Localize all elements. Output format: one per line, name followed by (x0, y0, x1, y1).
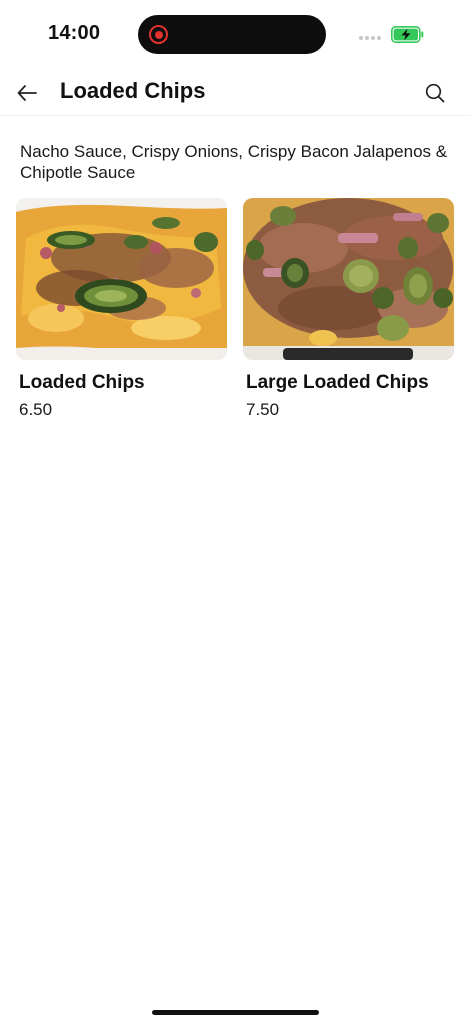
screen-recording-icon (149, 25, 168, 44)
product-card-loaded-chips[interactable]: Loaded Chips 6.50 (16, 198, 227, 420)
product-image[interactable] (243, 198, 454, 360)
product-price: 7.50 (246, 400, 280, 419)
home-indicator[interactable] (152, 1010, 319, 1015)
product-image[interactable] (16, 198, 227, 360)
back-button[interactable] (12, 78, 42, 108)
product-name: Large Loaded Chips (246, 372, 429, 393)
product-price: 6.50 (19, 400, 53, 419)
app-header: Loaded Chips (0, 70, 471, 116)
battery-charging-icon (391, 26, 424, 43)
product-name: Loaded Chips (19, 372, 145, 393)
category-description: Nacho Sauce, Crispy Onions, Crispy Bacon… (20, 142, 448, 182)
signal-icon (359, 36, 381, 40)
search-icon (425, 83, 445, 103)
arrow-left-icon (17, 85, 37, 101)
search-button[interactable] (420, 78, 450, 108)
product-grid: Loaded Chips 6.50 Large Loaded Chips 7.5… (16, 198, 455, 420)
page-title: Loaded Chips (60, 78, 206, 103)
product-card-large-loaded-chips[interactable]: Large Loaded Chips 7.50 (243, 198, 454, 420)
status-bar: 14:00 (0, 0, 471, 70)
large-loaded-chips-photo (243, 198, 454, 360)
dynamic-island (138, 15, 326, 54)
status-time: 14:00 (48, 22, 101, 44)
loaded-chips-photo (16, 198, 227, 360)
